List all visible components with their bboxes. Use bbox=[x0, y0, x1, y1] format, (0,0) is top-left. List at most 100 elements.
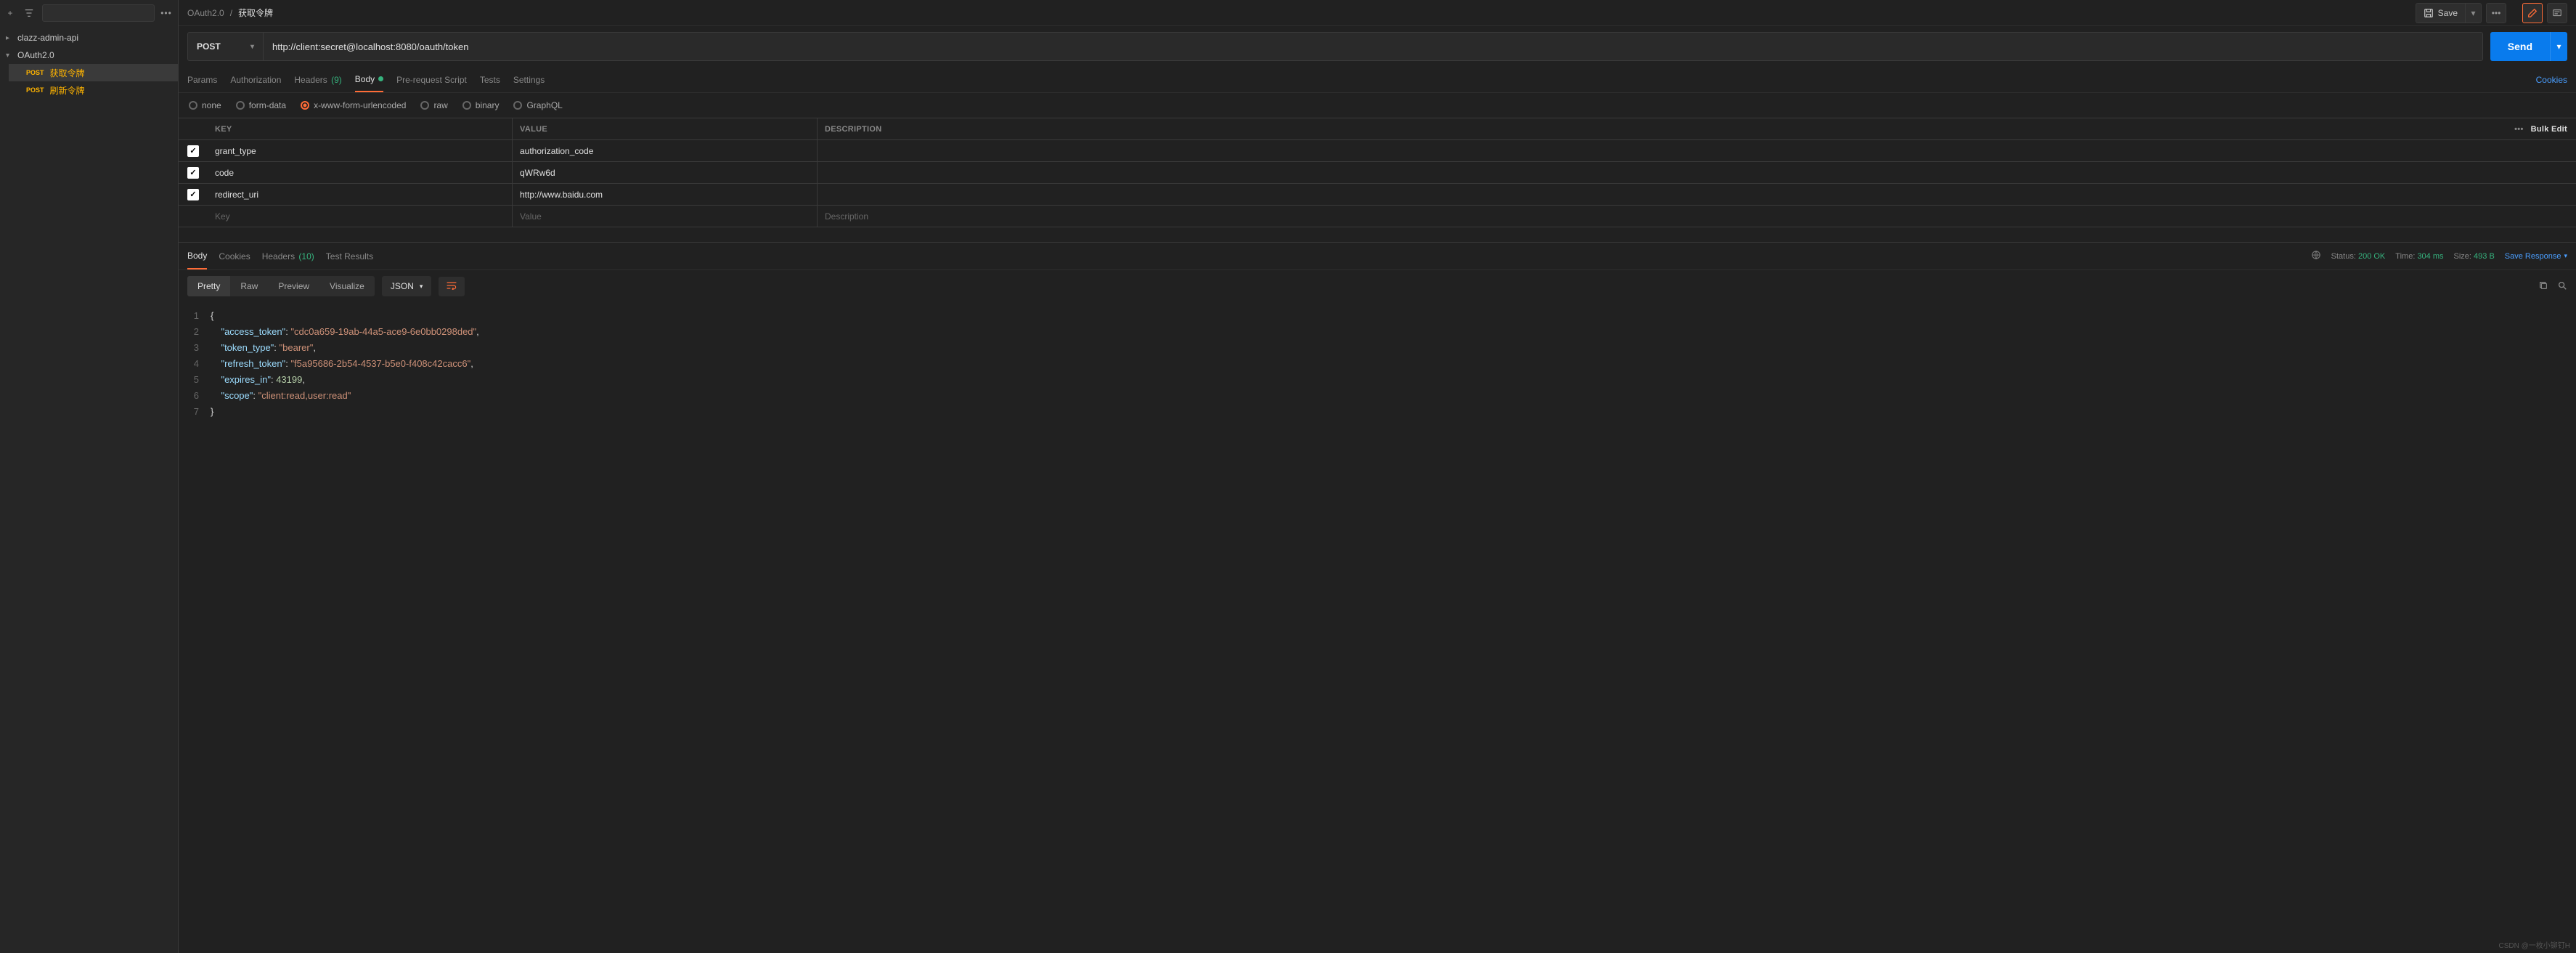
method-badge: POST bbox=[26, 86, 44, 94]
copy-icon[interactable] bbox=[2538, 280, 2548, 293]
params-table: KEY VALUE DESCRIPTION ••• Bulk Edit ✓ gr… bbox=[179, 118, 2576, 227]
breadcrumb-parent[interactable]: OAuth2.0 bbox=[187, 8, 224, 18]
save-response-link[interactable]: Save Response ▾ bbox=[2505, 252, 2567, 261]
comment-icon[interactable] bbox=[2547, 3, 2567, 23]
request-label: 获取令牌 bbox=[50, 67, 85, 79]
topbar: OAuth2.0 / 获取令牌 Save ▾ ••• bbox=[179, 0, 2576, 26]
radio-graphql[interactable]: GraphQL bbox=[513, 100, 562, 110]
format-select[interactable]: JSON ▾ bbox=[382, 276, 432, 296]
param-desc[interactable] bbox=[818, 162, 2503, 183]
tab-tests[interactable]: Tests bbox=[480, 67, 500, 92]
radio-form-data[interactable]: form-data bbox=[236, 100, 286, 110]
body-type-row: none form-data x-www-form-urlencoded raw… bbox=[179, 93, 2576, 118]
desc-input-placeholder[interactable]: Description bbox=[818, 206, 2503, 227]
method-badge: POST bbox=[26, 69, 44, 76]
view-preview[interactable]: Preview bbox=[268, 276, 319, 296]
table-row[interactable]: ✓ redirect_uri http://www.baidu.com bbox=[179, 184, 2576, 206]
main-panel: OAuth2.0 / 获取令牌 Save ▾ ••• bbox=[179, 0, 2576, 953]
param-key[interactable]: redirect_uri bbox=[208, 184, 513, 205]
radio-urlencoded[interactable]: x-www-form-urlencoded bbox=[301, 100, 406, 110]
checkbox[interactable]: ✓ bbox=[187, 145, 199, 157]
bulk-edit-link[interactable]: Bulk Edit bbox=[2531, 125, 2567, 134]
checkbox[interactable]: ✓ bbox=[187, 189, 199, 200]
resp-tab-body[interactable]: Body bbox=[187, 243, 207, 269]
resp-tab-test-results[interactable]: Test Results bbox=[326, 243, 373, 269]
view-toggle: Pretty Raw Preview Visualize bbox=[187, 276, 375, 296]
dot-indicator bbox=[378, 76, 383, 81]
table-row[interactable]: ✓ code qWRw6d bbox=[179, 162, 2576, 184]
collection-oauth2[interactable]: ▾ OAuth2.0 bbox=[0, 46, 178, 64]
filter-icon[interactable] bbox=[20, 4, 38, 22]
send-button[interactable]: Send bbox=[2490, 32, 2550, 61]
table-row[interactable]: ✓ grant_type authorization_code bbox=[179, 140, 2576, 162]
tab-params[interactable]: Params bbox=[187, 67, 217, 92]
col-key: KEY bbox=[208, 118, 513, 139]
add-icon[interactable]: + bbox=[4, 8, 16, 18]
view-pretty[interactable]: Pretty bbox=[187, 276, 230, 296]
watermark: CSDN @一枚小铆钉H bbox=[2499, 939, 2571, 950]
send-dropdown[interactable]: ▾ bbox=[2550, 32, 2567, 61]
status-label: Status: 200 OK bbox=[2331, 252, 2386, 261]
method-select[interactable]: POST ▾ bbox=[188, 33, 264, 60]
resp-tab-cookies[interactable]: Cookies bbox=[219, 243, 250, 269]
chevron-down-icon: ▾ bbox=[420, 283, 423, 291]
param-value[interactable]: qWRw6d bbox=[513, 162, 818, 183]
collection-label: OAuth2.0 bbox=[17, 50, 54, 60]
tab-headers[interactable]: Headers (9) bbox=[294, 67, 341, 92]
search-icon[interactable] bbox=[2557, 280, 2567, 293]
request-label: 刷新令牌 bbox=[50, 84, 85, 97]
col-value: VALUE bbox=[513, 118, 818, 139]
tab-settings[interactable]: Settings bbox=[513, 67, 545, 92]
size-label: Size: 493 B bbox=[2454, 252, 2495, 261]
param-desc[interactable] bbox=[818, 140, 2503, 161]
response-view-bar: Pretty Raw Preview Visualize JSON ▾ bbox=[179, 270, 2576, 302]
param-key[interactable]: grant_type bbox=[208, 140, 513, 161]
key-input-placeholder[interactable]: Key bbox=[208, 206, 513, 227]
param-value[interactable]: authorization_code bbox=[513, 140, 818, 161]
col-description: DESCRIPTION bbox=[818, 118, 2503, 139]
param-desc[interactable] bbox=[818, 184, 2503, 205]
sidebar-search[interactable] bbox=[42, 4, 155, 22]
breadcrumb-current: 获取令牌 bbox=[238, 7, 273, 19]
response-panel: Body Cookies Headers (10) Test Results S… bbox=[179, 242, 2576, 953]
radio-binary[interactable]: binary bbox=[462, 100, 500, 110]
edit-icon[interactable] bbox=[2522, 3, 2543, 23]
more-icon[interactable]: ••• bbox=[2514, 125, 2523, 134]
collection-tree: ▸ clazz-admin-api ▾ OAuth2.0 POST 获取令牌 P… bbox=[0, 26, 178, 102]
breadcrumb: OAuth2.0 / 获取令牌 bbox=[187, 7, 273, 19]
checkbox[interactable]: ✓ bbox=[187, 167, 199, 179]
tab-authorization[interactable]: Authorization bbox=[230, 67, 281, 92]
view-raw[interactable]: Raw bbox=[230, 276, 268, 296]
request-tabs: Params Authorization Headers (9) Body Pr… bbox=[179, 67, 2576, 93]
topbar-more-icon[interactable]: ••• bbox=[2486, 3, 2506, 23]
save-button[interactable]: Save bbox=[2416, 3, 2466, 23]
collection-label: clazz-admin-api bbox=[17, 33, 78, 43]
url-row: POST ▾ Send ▾ bbox=[179, 26, 2576, 67]
wrap-lines-button[interactable] bbox=[439, 277, 465, 296]
save-dropdown[interactable]: ▾ bbox=[2466, 3, 2482, 23]
save-icon bbox=[2424, 8, 2434, 18]
chevron-down-icon: ▾ bbox=[250, 43, 254, 51]
request-item-get-token[interactable]: POST 获取令牌 bbox=[9, 64, 178, 81]
tab-prerequest[interactable]: Pre-request Script bbox=[396, 67, 467, 92]
resp-tab-headers[interactable]: Headers (10) bbox=[262, 243, 314, 269]
param-value[interactable]: http://www.baidu.com bbox=[513, 184, 818, 205]
response-body[interactable]: 1{2 "access_token": "cdc0a659-19ab-44a5-… bbox=[179, 302, 2576, 953]
cookies-link[interactable]: Cookies bbox=[2536, 75, 2567, 85]
caret-icon: ▸ bbox=[6, 34, 13, 42]
sidebar: + ••• ▸ clazz-admin-api ▾ OAuth2.0 POST … bbox=[0, 0, 179, 953]
collection-clazz-admin-api[interactable]: ▸ clazz-admin-api bbox=[0, 29, 178, 46]
sidebar-more-icon[interactable]: ••• bbox=[159, 8, 174, 18]
time-label: Time: 304 ms bbox=[2395, 252, 2443, 261]
radio-none[interactable]: none bbox=[189, 100, 221, 110]
value-input-placeholder[interactable]: Value bbox=[513, 206, 818, 227]
response-tabs: Body Cookies Headers (10) Test Results S… bbox=[179, 243, 2576, 270]
request-item-refresh-token[interactable]: POST 刷新令牌 bbox=[9, 81, 178, 99]
radio-raw[interactable]: raw bbox=[420, 100, 447, 110]
url-input[interactable] bbox=[264, 33, 2482, 60]
tab-body[interactable]: Body bbox=[355, 67, 383, 92]
view-visualize[interactable]: Visualize bbox=[319, 276, 375, 296]
sidebar-header: + ••• bbox=[0, 0, 178, 26]
globe-icon[interactable] bbox=[2311, 250, 2321, 262]
param-key[interactable]: code bbox=[208, 162, 513, 183]
